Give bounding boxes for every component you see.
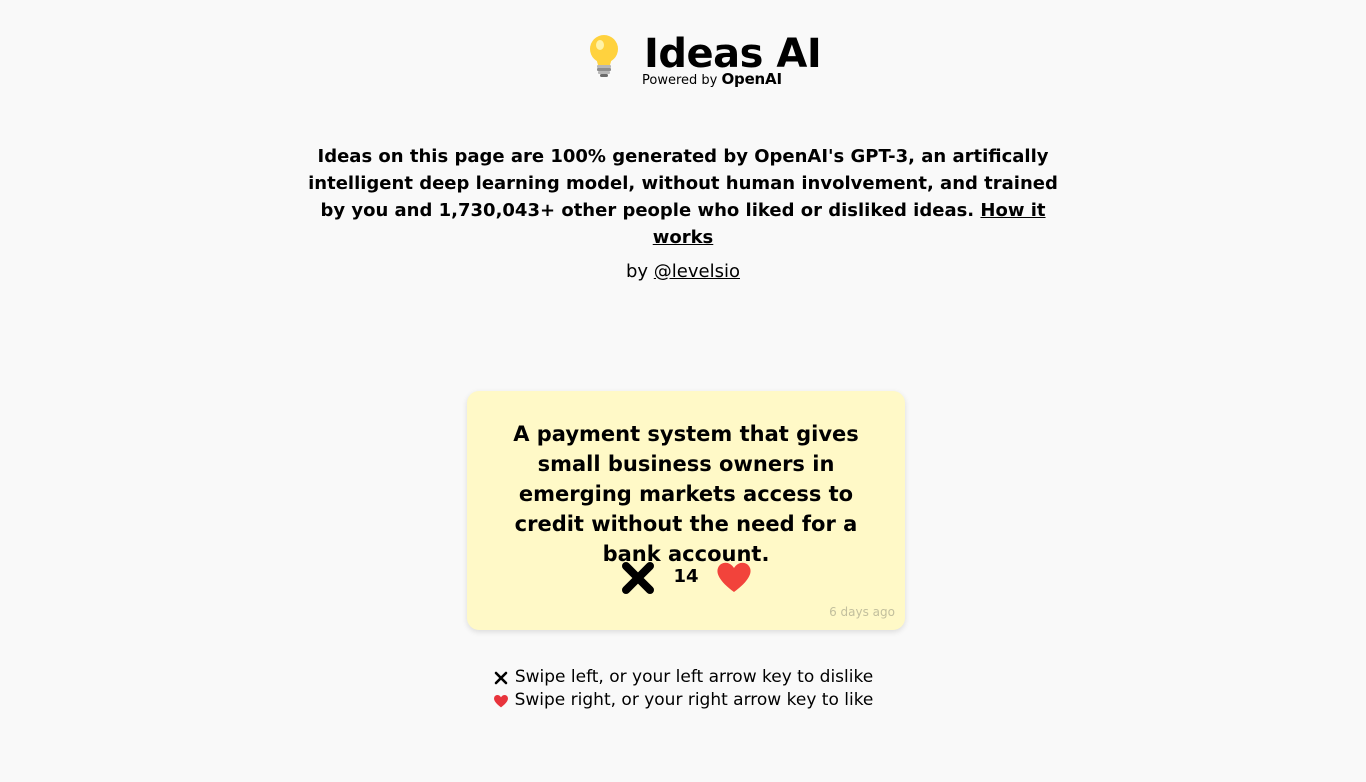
intro-text: Ideas on this page are 100% generated by… [303, 143, 1063, 251]
cross-icon[interactable] [621, 561, 655, 595]
powered-by: Powered by OpenAI [642, 71, 782, 89]
byline-prefix: by [625, 261, 649, 282]
site-header: Ideas AI Powered by OpenAI [0, 26, 1366, 92]
idea-text: A payment system that gives small busine… [513, 422, 859, 566]
dislike-hint-text: Swipe left, or your left arrow key to di… [514, 667, 874, 687]
idea-timestamp: 6 days ago [829, 605, 895, 619]
like-hint: Swipe right, or your right arrow key to … [0, 689, 1366, 712]
byline: by @levelsio [0, 259, 1366, 285]
powered-by-prefix: Powered by [642, 73, 718, 88]
instructions: Swipe left, or your left arrow key to di… [0, 666, 1366, 712]
vote-actions: 14 [467, 557, 905, 597]
like-hint-text: Swipe right, or your right arrow key to … [514, 690, 874, 710]
cross-icon [494, 671, 508, 684]
like-count: 14 [673, 566, 699, 587]
author-link[interactable]: @levelsio [654, 261, 740, 282]
lightbulb-icon [590, 35, 618, 77]
idea-card[interactable]: A payment system that gives small busine… [467, 391, 905, 630]
openai-logo-text[interactable]: OpenAI [722, 70, 783, 88]
intro-description: Ideas on this page are 100% generated by… [308, 146, 1058, 221]
heart-icon [493, 694, 508, 707]
heart-icon[interactable] [715, 560, 753, 594]
dislike-hint: Swipe left, or your left arrow key to di… [0, 666, 1366, 689]
page: Ideas AI Powered by OpenAI Ideas on this… [0, 0, 1366, 782]
